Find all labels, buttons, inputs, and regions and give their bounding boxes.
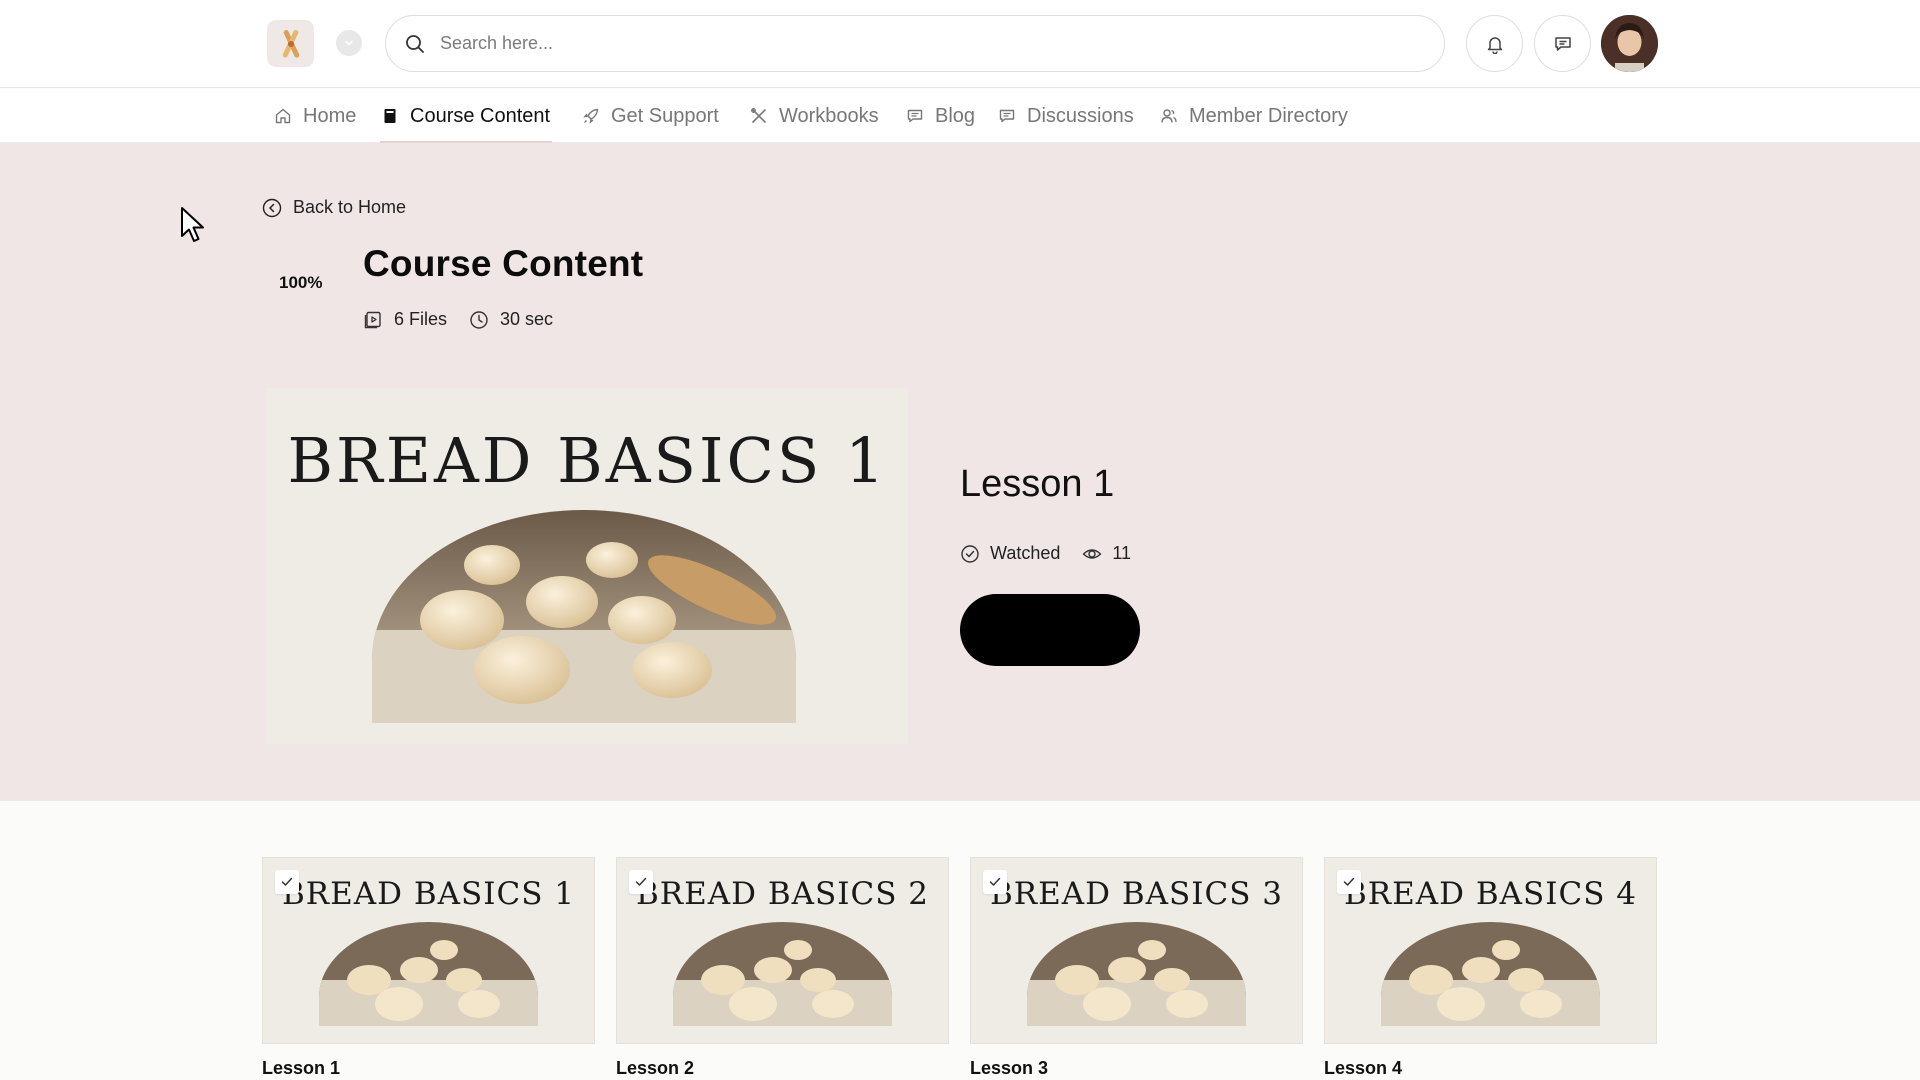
tools-icon	[749, 106, 769, 126]
search-icon	[404, 33, 426, 55]
check-icon	[989, 877, 1001, 886]
thumbnail-title: BREAD BASICS 4	[1343, 876, 1638, 912]
lesson-meta: Watched 11	[960, 543, 1131, 564]
nav-item-discussions[interactable]: Discussions	[997, 89, 1134, 143]
check-icon	[635, 877, 647, 886]
bread-dough-illustration	[1381, 922, 1600, 1026]
chevron-down-icon[interactable]	[336, 30, 362, 56]
thumbnail-title: BREAD BASICS 2	[635, 876, 930, 912]
bread-dough-illustration	[1027, 922, 1246, 1026]
lesson-feature-image[interactable]: BREAD BASICS 1	[267, 388, 908, 744]
play-lesson-button[interactable]	[960, 594, 1140, 666]
nav-label: Get Support	[611, 104, 719, 127]
lesson-card[interactable]: BREAD BASICS 2 Lesson 2	[616, 857, 949, 1079]
lesson-card-title[interactable]: Lesson 1	[262, 1058, 595, 1079]
messages-button[interactable]	[1534, 15, 1591, 72]
search-input[interactable]	[440, 33, 1340, 54]
check-icon	[1343, 877, 1355, 886]
rolling-pin-logo-icon	[282, 29, 299, 58]
avatar[interactable]	[1601, 15, 1658, 72]
nav-label: Member Directory	[1189, 104, 1348, 127]
lesson-card-title[interactable]: Lesson 3	[970, 1058, 1303, 1079]
current-lesson-title: Lesson 1	[960, 463, 1115, 505]
nav-label: Discussions	[1027, 104, 1134, 127]
chat-icon	[1554, 36, 1571, 51]
site-logo[interactable]	[267, 20, 314, 67]
feature-image-title: BREAD BASICS 1	[287, 424, 888, 497]
bread-dough-illustration	[372, 510, 796, 723]
home-icon	[273, 106, 293, 126]
chat-lines-icon	[997, 106, 1017, 126]
view-count: 11	[1112, 543, 1132, 563]
mouse-cursor-icon	[181, 207, 204, 242]
nav-item-course-content[interactable]: Course Content	[380, 89, 553, 143]
nav-item-member-directory[interactable]: Member Directory	[1159, 89, 1348, 143]
book-icon	[380, 106, 400, 126]
chevron-left-circle-icon	[262, 198, 282, 217]
nav-item-home[interactable]: Home	[273, 89, 356, 143]
eye-icon	[1082, 548, 1102, 559]
nav-label: Workbooks	[779, 104, 879, 127]
watched-status: Watched	[990, 543, 1061, 563]
duration: 30 sec	[500, 309, 554, 329]
lesson-card[interactable]: BREAD BASICS 4 Lesson 4	[1324, 857, 1657, 1079]
nav-item-workbooks[interactable]: Workbooks	[749, 89, 879, 143]
thumbnail-title: BREAD BASICS 1	[281, 876, 576, 912]
nav-label: Blog	[935, 104, 976, 127]
lesson-card-title[interactable]: Lesson 4	[1324, 1058, 1657, 1079]
watched-checkbox[interactable]	[983, 870, 1007, 894]
main-nav: Home Course Content Get Support Workbook…	[0, 89, 1920, 143]
lesson-thumbnail[interactable]: BREAD BASICS 3	[970, 857, 1303, 1044]
thumbnail-title: BREAD BASICS 3	[989, 876, 1284, 912]
nav-label: Home	[303, 104, 357, 127]
course-meta: 6 Files 30 sec	[363, 309, 553, 330]
bread-dough-illustration	[319, 922, 538, 1026]
check-circle-icon	[961, 544, 979, 563]
search-bar[interactable]	[385, 15, 1445, 72]
lesson-thumbnail[interactable]: BREAD BASICS 2	[616, 857, 949, 1044]
page-title: Course Content	[363, 243, 644, 284]
files-count: 6 Files	[394, 309, 448, 329]
top-header	[0, 0, 1920, 88]
lesson-thumbnail[interactable]: BREAD BASICS 4	[1324, 857, 1657, 1044]
lesson-thumbnail[interactable]: BREAD BASICS 1	[262, 857, 595, 1044]
members-icon	[1159, 106, 1179, 126]
nav-item-get-support[interactable]: Get Support	[581, 89, 719, 143]
watched-checkbox[interactable]	[275, 870, 299, 894]
video-file-icon	[364, 311, 381, 328]
rocket-icon	[581, 106, 601, 126]
watched-checkbox[interactable]	[1337, 870, 1361, 894]
course-progress-percent: 100%	[279, 273, 323, 292]
notifications-button[interactable]	[1466, 15, 1523, 72]
clock-icon	[470, 310, 488, 329]
bread-dough-illustration	[673, 922, 892, 1026]
chat-lines-icon	[905, 106, 925, 126]
lesson-card[interactable]: BREAD BASICS 3 Lesson 3	[970, 857, 1303, 1079]
watched-checkbox[interactable]	[629, 870, 653, 894]
back-label: Back to Home	[293, 197, 407, 217]
nav-label: Course Content	[410, 104, 551, 127]
check-icon	[281, 877, 293, 886]
bell-icon	[1487, 36, 1502, 54]
nav-item-blog[interactable]: Blog	[905, 89, 975, 143]
lesson-card-title[interactable]: Lesson 2	[616, 1058, 949, 1079]
back-to-home-link[interactable]: Back to Home	[262, 197, 406, 218]
lesson-card[interactable]: BREAD BASICS 1 Lesson 1	[262, 857, 595, 1079]
